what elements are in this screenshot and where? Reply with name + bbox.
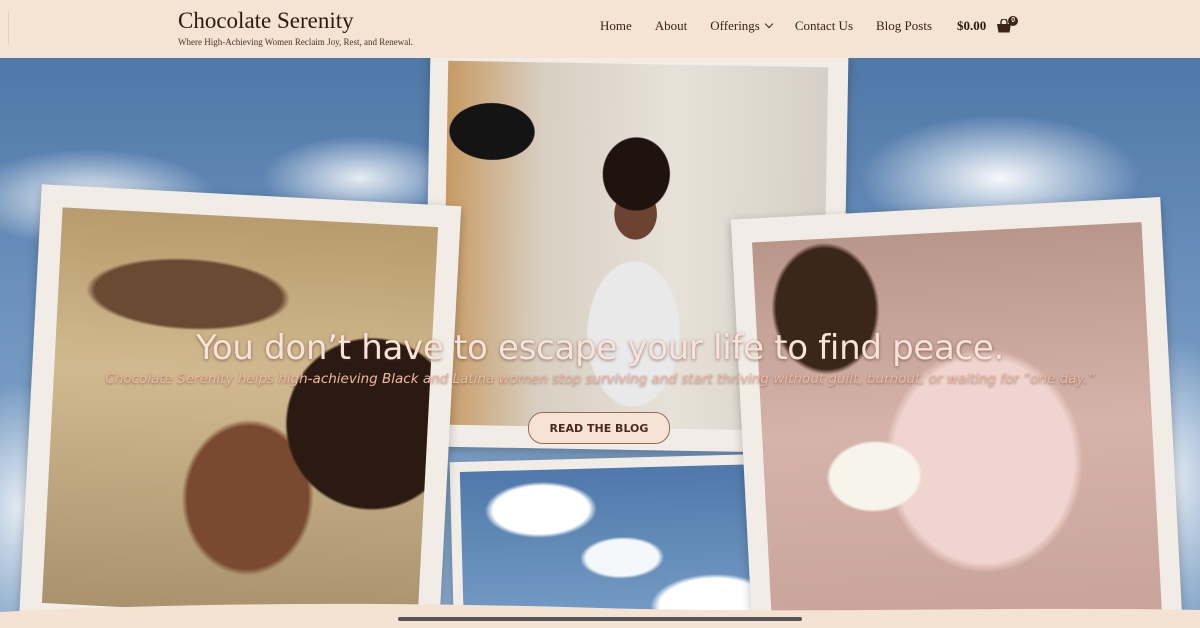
hero-photo-woman-smiling <box>18 184 462 628</box>
nav-item-contact[interactable]: Contact Us <box>795 18 853 34</box>
main-nav: Home About Offerings Contact Us Blog Pos… <box>600 18 955 34</box>
hero-headline: You don’t have to escape your life to fi… <box>195 328 1005 368</box>
site-title[interactable]: Chocolate Serenity <box>178 6 413 36</box>
brand[interactable]: Chocolate Serenity Where High-Achieving … <box>178 6 413 47</box>
nav-item-blog[interactable]: Blog Posts <box>876 18 932 34</box>
hero-photo-woman-flowers <box>730 197 1184 628</box>
horizontal-scrollbar[interactable] <box>398 617 802 621</box>
nav-item-offerings[interactable]: Offerings <box>710 18 774 34</box>
site-tagline: Where High-Achieving Women Reclaim Joy, … <box>178 37 413 47</box>
shopping-bag-icon: 0 <box>996 16 1019 33</box>
read-the-blog-button[interactable]: READ THE BLOG <box>528 412 670 444</box>
cart-count-badge: 0 <box>1008 16 1019 26</box>
hero-photo-woman-flowers-image <box>752 222 1162 628</box>
hero-subheadline: Chocolate Serenity helps high-achieving … <box>105 371 1095 387</box>
site-header: Chocolate Serenity Where High-Achieving … <box>0 0 1200 58</box>
cart-button[interactable]: $0.00 0 <box>957 16 1019 34</box>
hero-photo-woman-smiling-image <box>41 207 439 623</box>
nav-item-home[interactable]: Home <box>600 18 632 34</box>
nav-item-offerings-label: Offerings <box>710 18 760 33</box>
chevron-down-icon <box>764 19 774 29</box>
cart-total: $0.00 <box>957 18 987 33</box>
hero-bottom-wave <box>0 603 1200 628</box>
nav-item-about[interactable]: About <box>655 18 688 34</box>
header-edge-divider <box>8 12 9 44</box>
